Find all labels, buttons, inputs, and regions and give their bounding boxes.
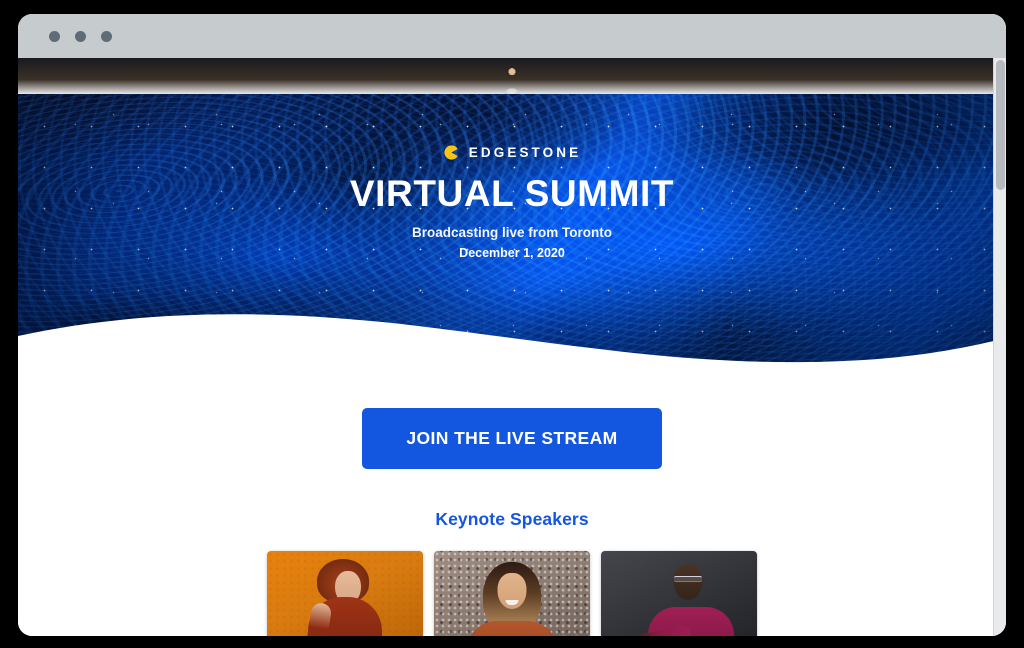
page-title: VIRTUAL SUMMIT	[349, 173, 675, 214]
vertical-scrollbar-track[interactable]	[993, 58, 1006, 636]
speaker-photo	[434, 551, 590, 636]
window-maximize-button[interactable]	[101, 31, 112, 42]
speaker-card[interactable]: Jodie Smith Product Designer Asgardia	[267, 551, 423, 636]
speaker-photo	[267, 551, 423, 636]
top-app-bar	[18, 58, 1006, 94]
window-minimize-button[interactable]	[75, 31, 86, 42]
edgestone-pacman-logo-icon	[443, 144, 460, 161]
speaker-photo	[601, 551, 757, 636]
speaker-card[interactable]: Arthur Watson Head of Sales Hex Lab	[601, 551, 757, 636]
join-live-stream-button[interactable]: JOIN THE LIVE STREAM	[362, 408, 662, 469]
window-close-button[interactable]	[49, 31, 60, 42]
main-content: JOIN THE LIVE STREAM Keynote Speakers Jo…	[18, 368, 1006, 636]
photo-glasses	[674, 576, 703, 583]
brand-name: EDGESTONE	[468, 145, 582, 160]
user-avatar[interactable]	[18, 58, 1006, 94]
speaker-card-list: Jodie Smith Product Designer Asgardia	[18, 551, 1006, 636]
browser-window: EDGESTONE VIRTUAL SUMMIT Broadcasting li…	[18, 14, 1006, 636]
avatar-image	[18, 58, 1006, 94]
hero-wave-divider	[18, 314, 1006, 368]
keynote-speakers-heading: Keynote Speakers	[435, 509, 589, 529]
hero-date: December 1, 2020	[459, 246, 565, 261]
hero-subtitle: Broadcasting live from Toronto	[411, 225, 612, 241]
speaker-card[interactable]: Savannah Miles Marketing Lead Fossa	[434, 551, 590, 636]
vertical-scrollbar-thumb[interactable]	[996, 60, 1005, 190]
brand-lockup: EDGESTONE	[443, 144, 581, 161]
hero-section: EDGESTONE VIRTUAL SUMMIT Broadcasting li…	[18, 58, 1006, 368]
browser-titlebar	[18, 14, 1006, 58]
page-viewport: EDGESTONE VIRTUAL SUMMIT Broadcasting li…	[18, 58, 1006, 636]
